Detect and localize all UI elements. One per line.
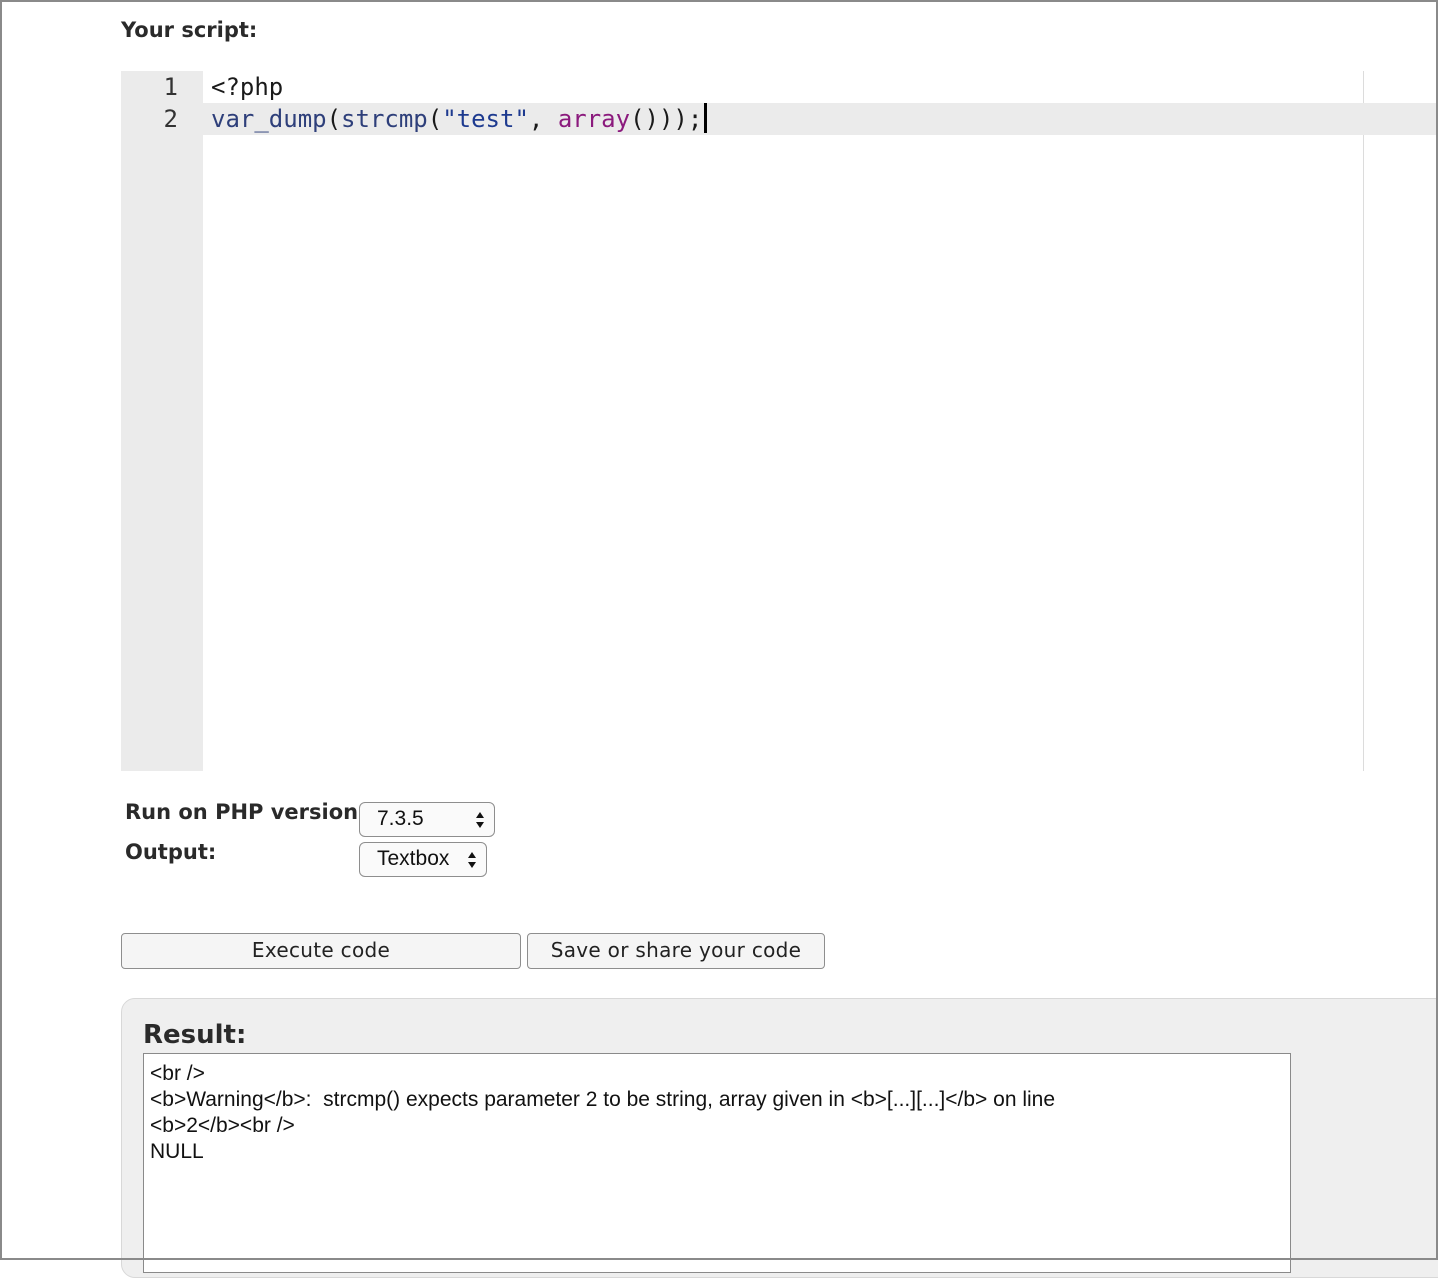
line-number: 2 [163,105,178,133]
closing-token: ())); [630,105,703,133]
line-number-gutter [121,71,203,771]
output-label: Output: [125,840,217,864]
updown-arrows-icon [468,852,476,868]
line-number: 1 [163,73,178,101]
paren-token: ( [427,105,443,133]
save-share-button[interactable]: Save or share your code [527,933,825,969]
output-value: Textbox [377,847,450,870]
updown-arrows-icon [476,812,484,828]
text-cursor [704,103,708,133]
function-token: var_dump [211,105,327,133]
script-label: Your script: [121,18,258,42]
paren-token: ( [326,105,342,133]
code-line-1[interactable]: 1 <?php [121,71,1438,103]
print-margin-line [1363,71,1364,771]
php-open-tag: <?php [211,73,284,101]
result-title: Result: [143,1020,247,1050]
string-token: "test" [442,105,529,133]
result-output-textbox[interactable]: <br /> <b>Warning</b>: strcmp() expects … [143,1053,1291,1273]
code-editor[interactable]: 1 <?php 2 var_dump(strcmp("test", array(… [121,71,1438,771]
code-text[interactable]: var_dump(strcmp("test", array())); [211,103,708,135]
code-text[interactable]: <?php [211,71,283,103]
php-version-value: 7.3.5 [377,807,424,830]
function-token: strcmp [341,105,428,133]
php-version-select[interactable]: 7.3.5 [359,802,495,837]
execute-code-button[interactable]: Execute code [121,933,521,969]
comma-token: , [528,105,558,133]
keyword-token: array [557,105,631,133]
php-version-label: Run on PHP version: [125,800,367,824]
code-line-2[interactable]: 2 var_dump(strcmp("test", array())); [121,103,1438,135]
output-select[interactable]: Textbox [359,842,487,877]
